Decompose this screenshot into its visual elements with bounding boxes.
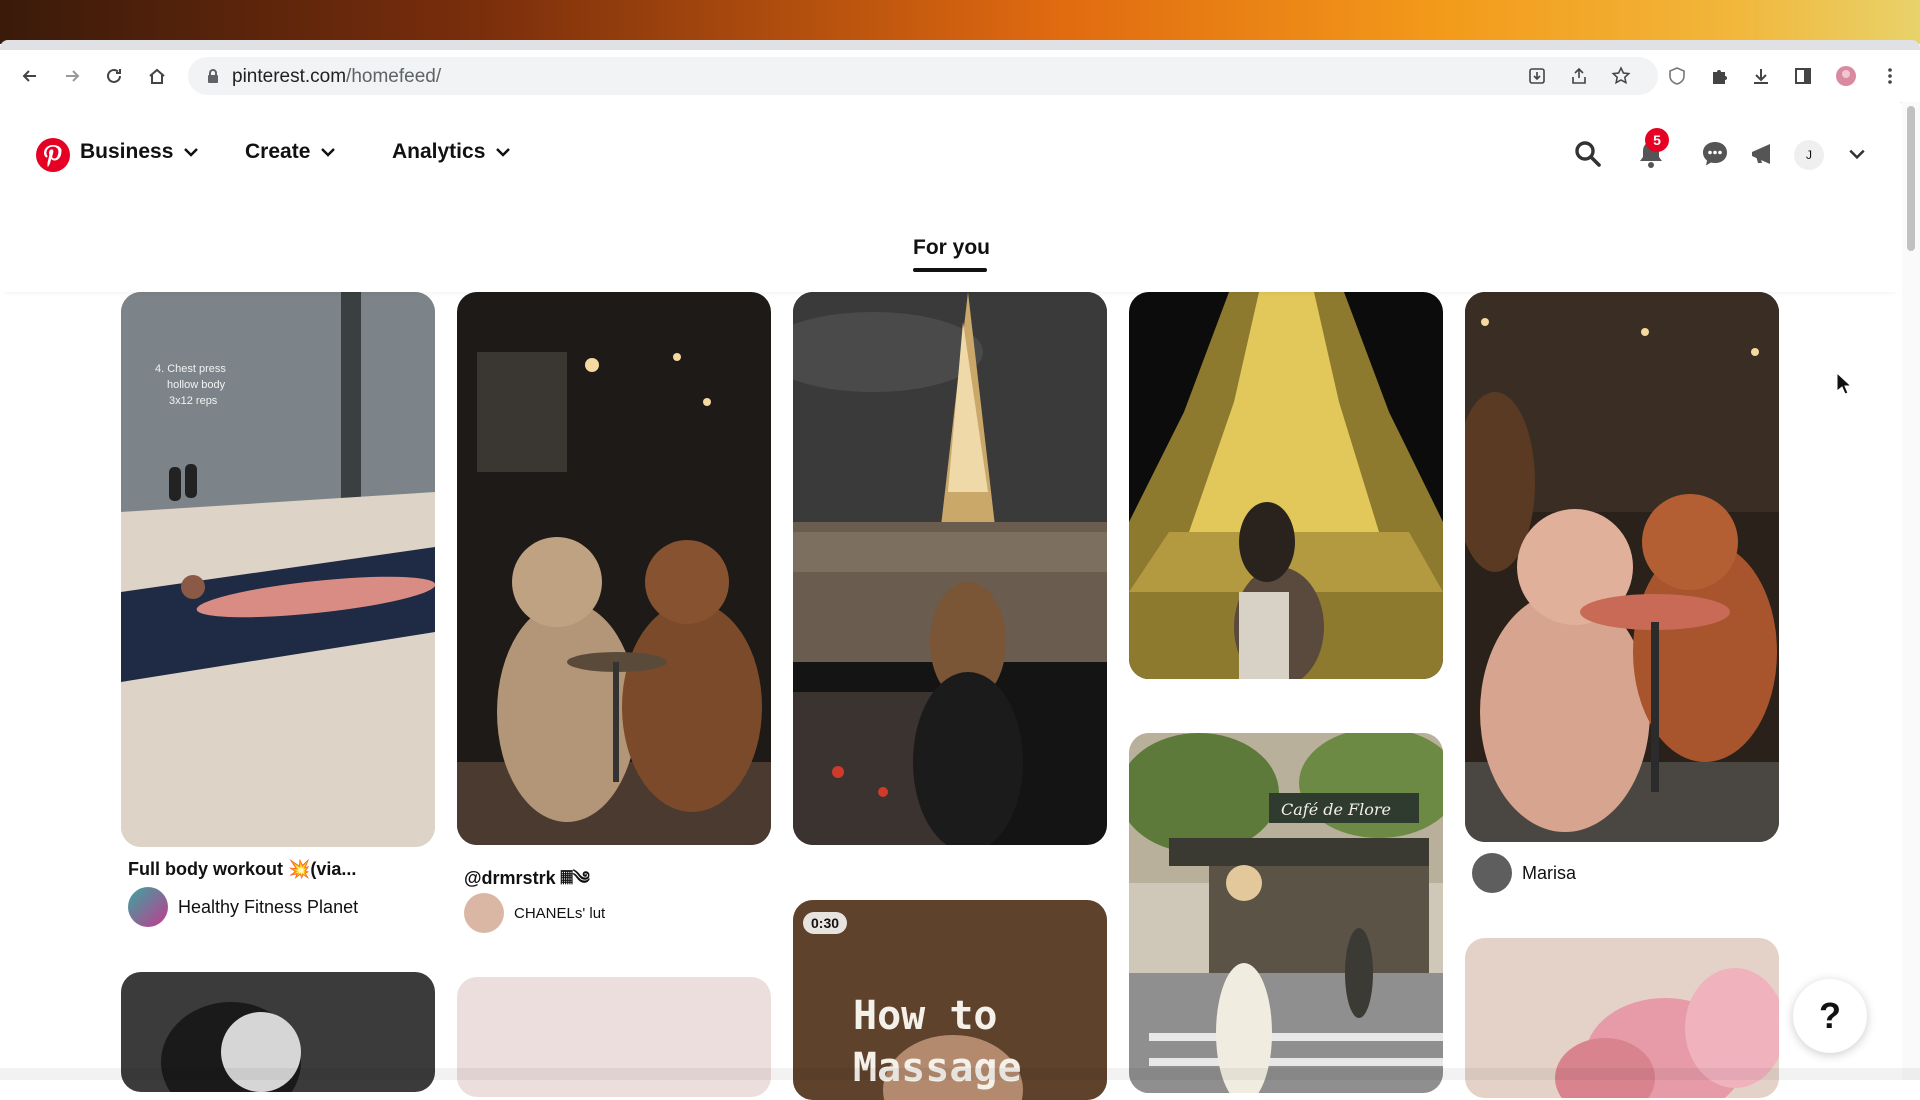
download-icon [1754, 69, 1768, 84]
puzzle-icon [1713, 70, 1727, 84]
side-panel-button[interactable] [1787, 60, 1819, 92]
forward-button[interactable] [56, 60, 88, 92]
author-name: Healthy Fitness Planet [178, 896, 359, 917]
author-avatar [128, 887, 168, 927]
side-panel-icon [1795, 68, 1811, 84]
search-button[interactable] [1569, 135, 1607, 173]
updates-button[interactable] [1744, 135, 1782, 173]
author-avatar [1472, 853, 1512, 893]
chevron-down-icon [184, 148, 199, 157]
active-tab-indicator [913, 268, 987, 272]
user-avatar[interactable]: J [1794, 140, 1824, 170]
account-menu-button[interactable] [1838, 135, 1876, 173]
pin-image-workout: 4. Chest press hollow body 3x12 reps [121, 292, 435, 847]
pin-cafe-de-flore[interactable]: Café de Flore [1129, 733, 1443, 1093]
pinterest-header: Business Create Analytics 5 J For you [0, 102, 1900, 292]
reload-button[interactable] [98, 60, 130, 92]
extensions-button[interactable] [1703, 60, 1735, 92]
browser-tab-strip [0, 40, 1920, 50]
pin-image-eiffel-balcony [793, 292, 1107, 845]
notification-badge: 5 [1645, 128, 1669, 152]
author-name: Marisa [1522, 862, 1577, 883]
share-icon[interactable] [1569, 66, 1589, 86]
pin-eiffel-tower-below[interactable] [1129, 292, 1443, 679]
desktop-wallpaper [0, 0, 1920, 44]
pin-author[interactable]: Healthy Fitness Planet [128, 887, 358, 927]
image-caption-line-3: 3x12 reps [169, 395, 218, 407]
nav-create-label: Create [245, 140, 311, 163]
profile-button[interactable] [1830, 60, 1862, 92]
mouse-cursor-icon [1836, 372, 1853, 395]
url-host: pinterest.com [232, 66, 347, 87]
chat-bubble-icon [1703, 142, 1727, 166]
home-icon [149, 68, 165, 84]
shield-icon [1669, 67, 1685, 85]
pinterest-logo-icon[interactable] [36, 138, 70, 172]
home-button[interactable] [141, 60, 173, 92]
pin-image-teddy-terrace [1465, 292, 1779, 842]
chevron-down-icon [321, 148, 336, 157]
bottom-edge [0, 1068, 1920, 1080]
kebab-menu-icon [1888, 68, 1892, 84]
chevron-down-icon [1849, 149, 1865, 160]
arrow-right-icon [66, 70, 80, 82]
install-app-icon[interactable] [1527, 66, 1547, 86]
megaphone-icon [1752, 144, 1770, 164]
nav-analytics-label: Analytics [392, 140, 486, 163]
nav-create[interactable]: Create [245, 140, 336, 164]
url-text: pinterest.com/homefeed/ [232, 66, 441, 88]
pin-title[interactable]: Full body workout 💥(via... [128, 859, 356, 880]
image-caption-line-2: hollow body [167, 379, 226, 391]
arrow-left-icon [22, 70, 36, 82]
nav-analytics[interactable]: Analytics [392, 140, 511, 164]
video-duration: 0:30 [803, 912, 848, 934]
url-path: /homefeed/ [346, 66, 442, 87]
pin-image-cafe-de-flore: Café de Flore [1129, 733, 1443, 1093]
pin-image-eiffel-below [1129, 292, 1443, 679]
page-scrollbar[interactable] [1902, 102, 1920, 1080]
downloads-button[interactable] [1745, 60, 1777, 92]
chevron-down-icon [496, 148, 511, 157]
pin-author[interactable]: CHANELs' lut [464, 893, 605, 933]
cafe-sign-text: Café de Flore [1281, 800, 1391, 819]
pin-teddy-bears-cafe[interactable] [457, 292, 771, 845]
extension-shield-button[interactable] [1661, 60, 1693, 92]
pin-eiffel-night-balcony[interactable] [793, 292, 1107, 845]
author-name: CHANELs' lut [514, 904, 606, 922]
image-caption-line-1: 4. Chest press [155, 363, 226, 375]
tab-for-you[interactable]: For you [913, 236, 990, 260]
nav-business[interactable]: Business [80, 140, 199, 164]
profile-avatar-icon [1836, 66, 1856, 86]
search-icon [1575, 141, 1601, 167]
lock-icon [208, 69, 218, 83]
pin-author[interactable]: Marisa [1472, 853, 1576, 893]
messages-button[interactable] [1696, 135, 1734, 173]
address-bar[interactable]: pinterest.com/homefeed/ [188, 57, 1658, 95]
nav-business-label: Business [80, 140, 174, 163]
browser-toolbar: pinterest.com/homefeed/ [0, 50, 1920, 103]
bookmark-star-icon[interactable] [1611, 66, 1631, 86]
pin-teddy-bears-terrace[interactable] [1465, 292, 1779, 842]
reload-icon [107, 68, 121, 83]
author-avatar [464, 893, 504, 933]
pin-workout[interactable]: 4. Chest press hollow body 3x12 reps [121, 292, 435, 847]
browser-menu-button[interactable] [1874, 60, 1906, 92]
back-button[interactable] [14, 60, 46, 92]
scrollbar-thumb[interactable] [1907, 106, 1915, 251]
help-button[interactable]: ? [1793, 979, 1867, 1053]
pin-image-teddy-bears [457, 292, 771, 845]
